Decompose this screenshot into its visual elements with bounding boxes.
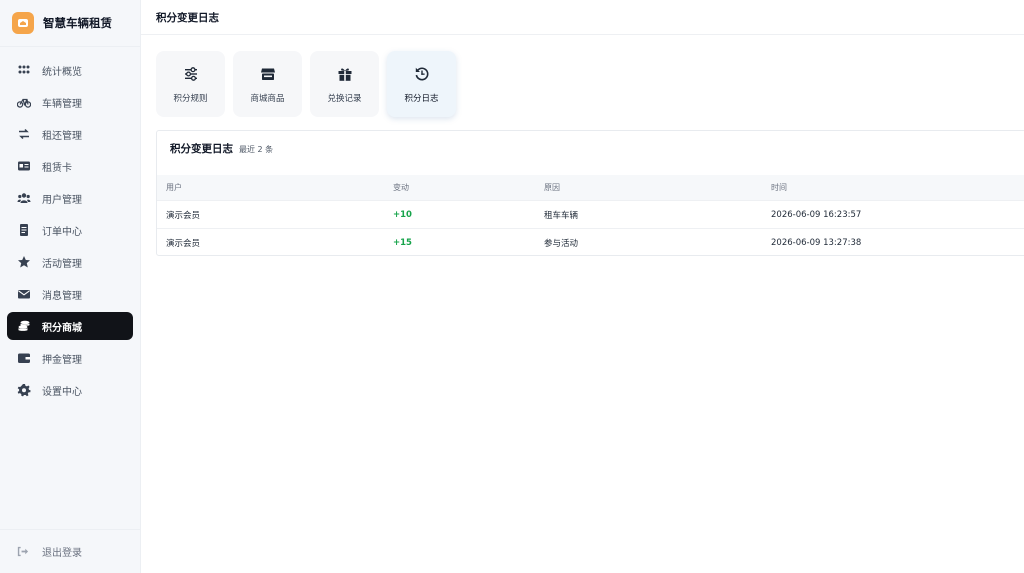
logout-icon [16,544,32,560]
brand: 智慧车辆租赁 [0,0,140,47]
history-icon [413,65,431,83]
cell-time: 2026-06-09 16:23:57 [771,209,862,220]
tile-label: 积分日志 [404,93,439,104]
logout-label: 退出登录 [42,548,82,559]
id-card-icon [16,158,32,174]
main-content: 积分变更日志 积分规则 商城商品 兑换记录 积分日志 积分变更日志 最近 2 条… [141,0,1024,573]
envelope-icon [16,286,32,302]
cell-reason: 参与活动 [544,238,579,249]
sidebar-item-label: 活动管理 [42,258,82,270]
column-header-time: 时间 [771,183,787,192]
cell-change: +15 [393,237,412,248]
tile-label: 商城商品 [250,93,285,104]
sidebar-item-messages[interactable]: 消息管理 [7,280,133,308]
record-count: 最近 2 条 [239,145,274,154]
tile-label: 兑换记录 [327,93,362,104]
sidebar-item-users[interactable]: 用户管理 [7,184,133,212]
sidebar-item-label: 租还管理 [42,130,82,142]
sidebar-item-label: 设置中心 [42,386,82,398]
grid-icon [16,62,32,78]
gear-icon [16,382,32,398]
tile-points-log[interactable]: 积分日志 [387,51,456,117]
document-icon [16,222,32,238]
cell-reason: 租车车辆 [544,210,579,221]
table-row: 演示会员 +15 参与活动 2026-06-09 13:27:38 [157,228,1024,256]
table-header: 用户 变动 原因 时间 [157,175,1024,200]
sidebar-item-label: 订单中心 [42,226,82,238]
coins-icon [16,318,32,334]
sidebar-item-overview[interactable]: 统计概览 [7,56,133,84]
sidebar-item-label: 租赁卡 [42,162,72,174]
bicycle-icon [16,94,32,110]
sidebar-item-orders[interactable]: 订单中心 [7,216,133,244]
cell-user: 演示会员 [166,210,201,221]
page-title: 积分变更日志 [141,0,1024,35]
points-tiles: 积分规则 商城商品 兑换记录 积分日志 [156,51,456,117]
sidebar-item-label: 消息管理 [42,290,82,302]
app-title: 智慧车辆租赁 [43,16,112,30]
sidebar-item-rental-card[interactable]: 租赁卡 [7,152,133,180]
star-icon [16,254,32,270]
tile-redeem-records[interactable]: 兑换记录 [310,51,379,117]
table-row: 演示会员 +10 租车车辆 2026-06-09 16:23:57 [157,200,1024,228]
column-header-change: 变动 [393,183,409,192]
sidebar-item-deposits[interactable]: 押金管理 [7,344,133,372]
tile-label: 积分规则 [173,93,208,104]
points-log-card: 积分变更日志 最近 2 条 用户 变动 原因 时间 演示会员 +10 租车车辆 … [156,130,1024,256]
sidebar-item-points-mall[interactable]: 积分商城 [7,312,133,340]
store-icon [259,65,277,83]
sidebar-item-label: 统计概览 [42,66,82,78]
sidebar: 智慧车辆租赁 统计概览 车辆管理 租还管理 租赁卡 用户管理 订单中心 活动管理… [0,0,141,573]
cell-user: 演示会员 [166,238,201,249]
gift-icon [336,65,354,83]
users-icon [16,190,32,206]
sidebar-item-vehicles[interactable]: 车辆管理 [7,88,133,116]
car-logo-icon [12,12,34,34]
tile-points-rules[interactable]: 积分规则 [156,51,225,117]
sidebar-nav: 统计概览 车辆管理 租还管理 租赁卡 用户管理 订单中心 活动管理 消息管理 积… [0,47,140,404]
column-header-reason: 原因 [544,183,560,192]
sidebar-item-activities[interactable]: 活动管理 [7,248,133,276]
card-header: 积分变更日志 最近 2 条 [170,141,273,156]
logout-button[interactable]: 退出登录 [0,529,140,573]
swap-icon [16,126,32,142]
sliders-icon [182,65,200,83]
cell-time: 2026-06-09 13:27:38 [771,237,862,248]
tile-mall-products[interactable]: 商城商品 [233,51,302,117]
sidebar-item-rent-return[interactable]: 租还管理 [7,120,133,148]
sidebar-item-label: 押金管理 [42,354,82,366]
sidebar-item-label: 车辆管理 [42,98,82,110]
sidebar-item-label: 积分商城 [42,322,82,334]
cell-change: +10 [393,209,412,220]
sidebar-item-settings[interactable]: 设置中心 [7,376,133,404]
wallet-icon [16,350,32,366]
sidebar-item-label: 用户管理 [42,194,82,206]
card-title: 积分变更日志 [170,143,233,155]
column-header-user: 用户 [166,183,182,192]
